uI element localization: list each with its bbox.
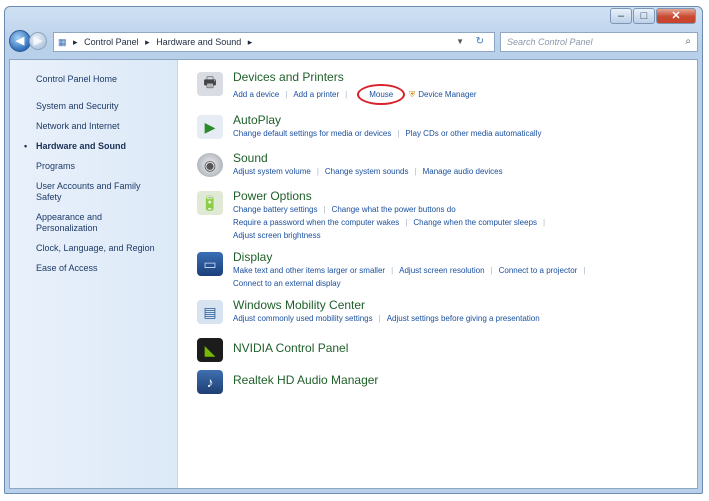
close-button[interactable]: ✕	[656, 8, 696, 24]
link-adjust-mobility-settings[interactable]: Adjust commonly used mobility settings	[233, 314, 373, 323]
category-devices-and-printers: 🖶 Devices and Printers Add a device | Add …	[195, 70, 690, 105]
sidebar-item-programs[interactable]: Programs	[10, 161, 177, 172]
minimize-button[interactable]: –	[610, 8, 632, 24]
forward-button[interactable]: ▶	[29, 32, 47, 50]
category-realtek-hd-audio-manager: ♪ Realtek HD Audio Manager	[195, 368, 690, 394]
link-play-cds[interactable]: Play CDs or other media automatically	[405, 129, 541, 138]
link-make-text-larger[interactable]: Make text and other items larger or smal…	[233, 266, 385, 275]
category-power-options: 🔋 Power Options Change battery settings |…	[195, 189, 690, 242]
link-add-a-device[interactable]: Add a device	[233, 90, 279, 99]
link-manage-audio-devices[interactable]: Manage audio devices	[423, 167, 503, 176]
category-title-display[interactable]: Display	[233, 250, 690, 264]
sidebar-item-clock-language-region[interactable]: Clock, Language, and Region	[10, 243, 177, 254]
nvidia-icon: ◣	[197, 338, 223, 362]
category-windows-mobility-center: ▤ Windows Mobility Center Adjust commonl…	[195, 298, 690, 328]
link-require-password[interactable]: Require a password when the computer wak…	[233, 218, 399, 227]
link-mouse[interactable]: Mouse	[369, 90, 393, 99]
category-title-realtek-hd-audio-manager[interactable]: Realtek HD Audio Manager	[233, 368, 690, 387]
link-change-power-buttons[interactable]: Change what the power buttons do	[332, 205, 456, 214]
control-panel-window: – □ ✕ ◀ ▶ ▦ ▸ Control Panel ▸ Hardware a…	[4, 6, 703, 494]
mobility-center-icon: ▤	[197, 300, 223, 324]
sidebar-item-appearance[interactable]: Appearance and Personalization	[10, 212, 126, 234]
battery-icon: 🔋	[197, 191, 223, 215]
back-arrow-icon: ◀	[15, 35, 25, 47]
links-autoplay: Change default settings for media or dev…	[233, 129, 542, 138]
sidebar-item-ease-of-access[interactable]: Ease of Access	[10, 263, 177, 274]
address-bar[interactable]: ▦ ▸ Control Panel ▸ Hardware and Sound ▸…	[53, 32, 495, 52]
shield-icon: ⛨	[409, 90, 416, 99]
category-title-windows-mobility-center[interactable]: Windows Mobility Center	[233, 298, 690, 312]
link-connect-external-display[interactable]: Connect to an external display	[233, 279, 341, 288]
main-panel: 🖶 Devices and Printers Add a device | Add …	[195, 70, 690, 400]
link-change-sleep[interactable]: Change when the computer sleeps	[413, 218, 537, 227]
link-change-battery-settings[interactable]: Change battery settings	[233, 205, 318, 214]
autoplay-icon: ▶	[197, 115, 223, 139]
link-connect-projector[interactable]: Connect to a projector	[499, 266, 578, 275]
sidebar-item-user-accounts[interactable]: User Accounts and Family Safety	[10, 181, 141, 203]
printer-icon: 🖶	[197, 72, 223, 96]
category-display: ▭ Display Make text and other items larg…	[195, 250, 690, 290]
link-adjust-brightness[interactable]: Adjust screen brightness	[233, 231, 321, 240]
sidebar-item-control-panel-home[interactable]: Control Panel Home	[10, 74, 177, 85]
search-box[interactable]: Search Control Panel ⌕	[500, 32, 698, 52]
link-add-a-printer[interactable]: Add a printer	[293, 90, 339, 99]
back-button[interactable]: ◀	[9, 30, 31, 52]
navigation-bar: ◀ ▶ ▦ ▸ Control Panel ▸ Hardware and Sou…	[5, 29, 702, 57]
sidebar-item-system-and-security[interactable]: System and Security	[10, 101, 177, 112]
link-device-manager[interactable]: Device Manager	[418, 90, 476, 99]
sidebar-item-network-and-internet[interactable]: Network and Internet	[10, 121, 177, 132]
category-title-sound[interactable]: Sound	[233, 151, 690, 165]
forward-arrow-icon: ▶	[33, 35, 43, 47]
title-bar[interactable]: – □ ✕	[5, 7, 702, 29]
control-panel-icon: ▦	[58, 37, 67, 47]
link-change-default-settings[interactable]: Change default settings for media or dev…	[233, 129, 391, 138]
category-nvidia-control-panel: ◣ NVIDIA Control Panel	[195, 336, 690, 362]
category-title-devices-and-printers[interactable]: Devices and Printers	[233, 70, 690, 84]
window-controls: – □ ✕	[609, 8, 696, 24]
realtek-audio-icon: ♪	[197, 370, 223, 394]
links-display: Make text and other items larger or smal…	[233, 266, 586, 288]
category-title-autoplay[interactable]: AutoPlay	[233, 113, 690, 127]
category-title-nvidia-control-panel[interactable]: NVIDIA Control Panel	[233, 336, 690, 355]
sidebar: Control Panel Home System and Security N…	[10, 60, 178, 488]
speaker-icon: ◉	[197, 153, 223, 177]
refresh-icon[interactable]: ↻	[476, 33, 484, 51]
link-presentation-settings[interactable]: Adjust settings before giving a presenta…	[387, 314, 540, 323]
mouse-highlight-circle: Mouse	[357, 84, 406, 105]
links-windows-mobility-center: Adjust commonly used mobility settings | A…	[233, 314, 540, 323]
links-power-options: Change battery settings | Change what the …	[233, 205, 546, 240]
category-title-power-options[interactable]: Power Options	[233, 189, 690, 203]
breadcrumb-separator-icon: ▸	[145, 37, 150, 47]
category-sound: ◉ Sound Adjust system volume | Change syst…	[195, 151, 690, 181]
links-sound: Adjust system volume | Change system sound…	[233, 167, 503, 176]
breadcrumb-separator-icon: ▸	[73, 37, 78, 47]
breadcrumb-separator-icon: ▸	[247, 37, 253, 47]
category-autoplay: ▶ AutoPlay Change default settings for m…	[195, 113, 690, 143]
address-dropdown-icon[interactable]: ▼	[456, 33, 464, 51]
link-adjust-system-volume[interactable]: Adjust system volume	[233, 167, 311, 176]
monitor-icon: ▭	[197, 252, 223, 276]
breadcrumb-hardware-and-sound[interactable]: Hardware and Sound	[156, 37, 241, 47]
search-placeholder: Search Control Panel	[507, 37, 593, 47]
link-change-system-sounds[interactable]: Change system sounds	[325, 167, 409, 176]
sidebar-item-hardware-and-sound[interactable]: Hardware and Sound	[10, 141, 177, 152]
content-area: Control Panel Home System and Security N…	[9, 59, 698, 489]
maximize-button[interactable]: □	[633, 8, 655, 24]
breadcrumb-control-panel[interactable]: Control Panel	[84, 37, 139, 47]
search-icon[interactable]: ⌕	[685, 33, 691, 51]
link-adjust-resolution[interactable]: Adjust screen resolution	[399, 266, 484, 275]
links-devices-and-printers: Add a device | Add a printer | Mouse ⛨ Device …	[233, 84, 690, 105]
